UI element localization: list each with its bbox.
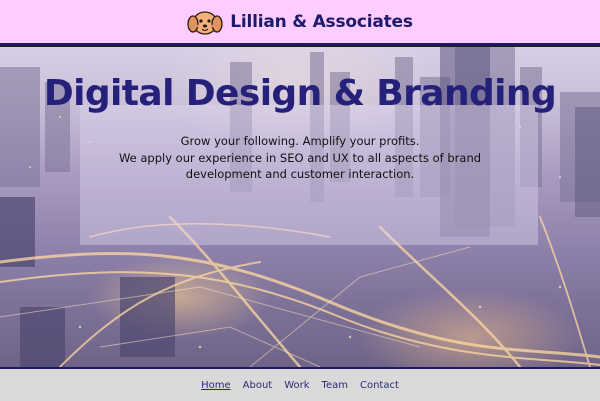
nav-link-home[interactable]: Home — [201, 380, 231, 391]
site-footer: Home About Work Team Contact — [0, 367, 600, 401]
hero-description: Grow your following. Amplify your profit… — [110, 133, 490, 183]
nav-link-work[interactable]: Work — [284, 380, 309, 391]
nav-link-contact[interactable]: Contact — [360, 380, 399, 391]
hero-description-line: We apply our experience in SEO and UX to… — [118, 150, 482, 165]
footer-nav: Home About Work Team Contact — [201, 380, 399, 391]
site-header: Lillian & Associates — [0, 0, 600, 45]
dog-face-icon[interactable] — [187, 7, 223, 37]
brand-name[interactable]: Lillian & Associates — [230, 12, 413, 32]
nav-link-about[interactable]: About — [243, 380, 273, 391]
nav-link-team[interactable]: Team — [322, 380, 348, 391]
hero-title: Digital Design & Branding — [43, 73, 557, 114]
hero-tagline: Grow your following. Amplify your profit… — [180, 134, 420, 148]
hero-description-line: development and customer interaction. — [185, 167, 415, 181]
